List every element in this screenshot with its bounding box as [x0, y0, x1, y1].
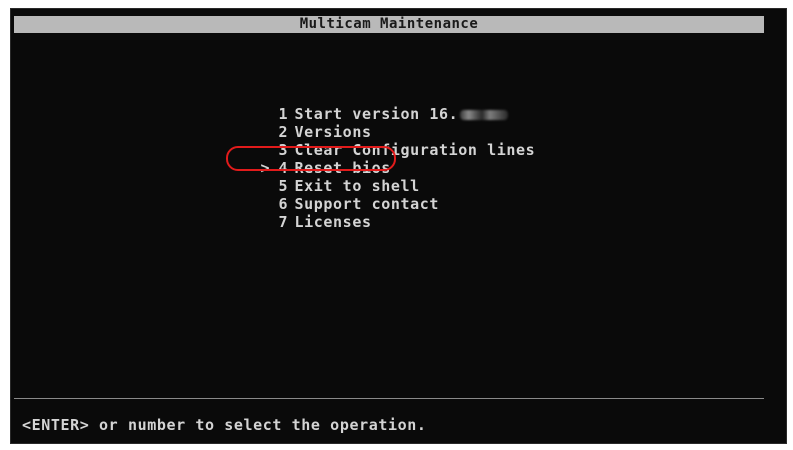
menu-item-number: 7: [278, 213, 289, 231]
annotation-highlight-circle: [226, 146, 396, 171]
menu-item-label: Licenses: [294, 213, 372, 231]
window-title: Multicam Maintenance: [299, 16, 479, 32]
status-hint: <ENTER> or number to select the operatio…: [22, 416, 427, 434]
terminal-screen: [10, 8, 787, 444]
menu-item-support-contact[interactable]: 6 Support contact: [222, 177, 542, 213]
status-divider: [14, 398, 764, 399]
title-bar: Multicam Maintenance: [14, 16, 764, 33]
menu-item-start-version[interactable]: 1 Start version 16.: [222, 87, 542, 123]
menu-item-versions[interactable]: 2 Versions: [222, 105, 542, 141]
menu-item-licenses[interactable]: 7 Licenses: [222, 195, 542, 231]
menu-item-clear-configuration-lines[interactable]: 3 Clear Configuration lines: [222, 123, 542, 159]
